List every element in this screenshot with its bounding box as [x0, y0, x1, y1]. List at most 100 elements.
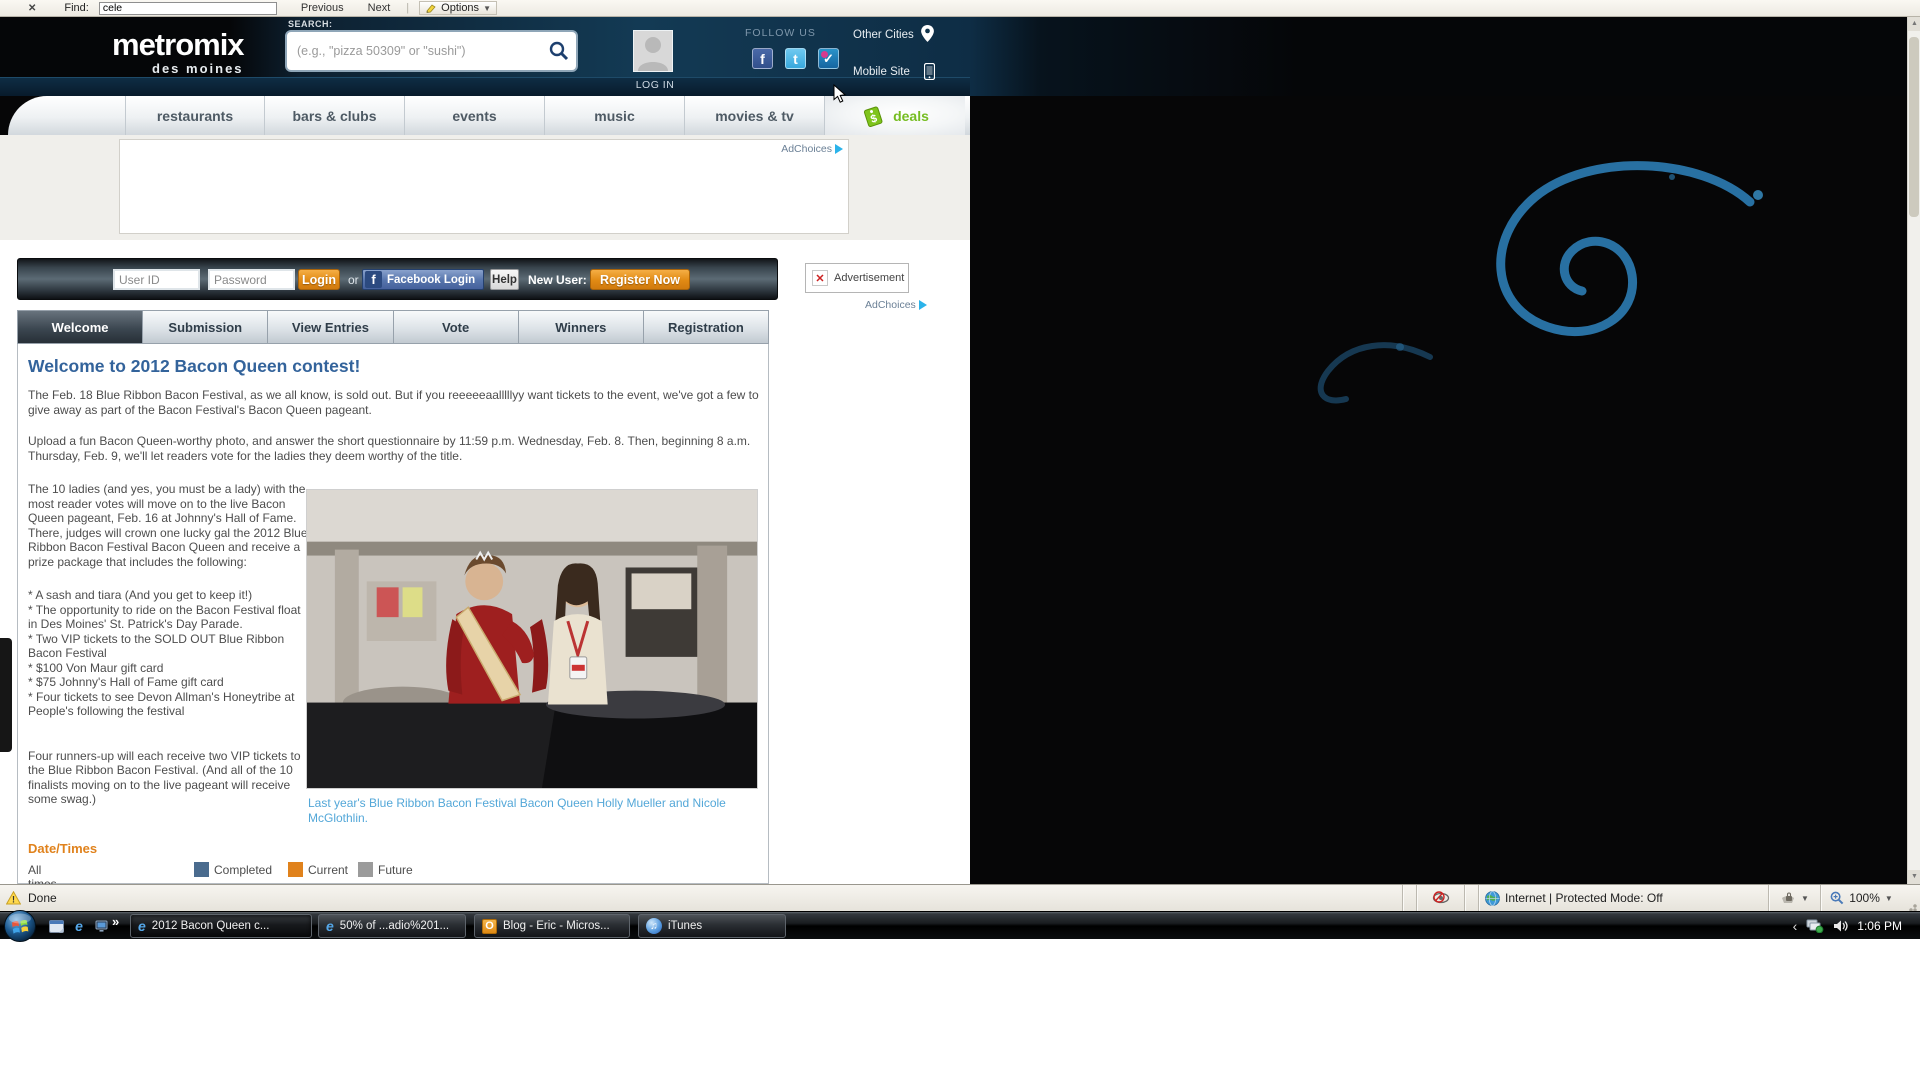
tab-winners[interactable]: Winners [519, 310, 644, 344]
help-button[interactable]: Help [490, 269, 519, 290]
register-now-button[interactable]: Register Now [590, 269, 690, 290]
prize-item: * The opportunity to ride on the Bacon F… [28, 603, 310, 632]
adchoices-link[interactable]: AdChoices [781, 143, 843, 155]
search-button[interactable] [542, 34, 576, 68]
taskbar-button[interactable]: e 2012 Bacon Queen c... [130, 914, 312, 938]
login-button[interactable]: Login [298, 269, 340, 290]
legend-label-current: Current [308, 863, 348, 877]
internet-explorer-icon[interactable]: e [71, 918, 87, 934]
status-pane [1402, 885, 1416, 912]
taskbar: e » e 2012 Bacon Queen c... e 50% of ...… [0, 911, 1920, 939]
scroll-up-icon[interactable]: ▲ [1908, 17, 1920, 31]
nav-label: bars & clubs [292, 108, 376, 124]
security-zone-pane: Internet | Protected Mode: Off [1478, 885, 1768, 912]
advertisement-label: Advertisement [834, 272, 904, 284]
side-flyout-tab[interactable] [0, 638, 12, 752]
privacy-eye-icon [1432, 891, 1450, 905]
twitter-icon[interactable]: t [785, 48, 806, 69]
volume-icon[interactable] [1833, 919, 1848, 933]
new-user-label: New User: [528, 273, 587, 287]
quick-launch: e [48, 918, 110, 934]
site-header: LOG IN metromix des moines SEARCH: FOLLO… [0, 17, 1920, 96]
screen-margin [0, 939, 1920, 1080]
password-field[interactable] [208, 269, 295, 290]
network-icon[interactable] [1806, 919, 1824, 933]
facebook-icon[interactable]: f [752, 48, 773, 69]
svg-text:!: ! [12, 894, 15, 904]
page-scrollbar[interactable]: ▲ ▼ [1907, 17, 1920, 884]
find-input[interactable] [99, 2, 277, 15]
taskbar-button-label: 2012 Bacon Queen c... [152, 920, 270, 932]
scrollbar-thumb[interactable] [1909, 37, 1919, 217]
adchoices-icon [835, 144, 843, 154]
logo-subtitle: des moines [152, 61, 244, 76]
taskbar-button[interactable]: O Blog - Eric - Micros... [474, 914, 630, 938]
nav-label: movies & tv [715, 108, 794, 124]
mobile-phone-icon[interactable] [924, 63, 935, 85]
show-desktop-icon[interactable] [48, 918, 64, 934]
itunes-icon: ♫ [646, 918, 662, 934]
taskbar-button[interactable]: ♫ iTunes [638, 914, 786, 938]
legend-swatch-completed [194, 862, 209, 877]
adchoices-link[interactable]: AdChoices [865, 299, 927, 311]
tab-vote[interactable]: Vote [394, 310, 519, 344]
log-in-link[interactable]: LOG IN [625, 79, 685, 91]
nav-label: music [594, 108, 634, 124]
nav-item-restaurants[interactable]: restaurants [125, 96, 265, 135]
chevron-down-icon: ▼ [483, 4, 491, 13]
tray-expand-icon[interactable]: ‹ [1793, 918, 1798, 934]
location-pin-icon[interactable] [921, 25, 934, 47]
nav-label: deals [893, 108, 929, 124]
ad-close-icon[interactable]: ✕ [812, 270, 828, 286]
find-next-button[interactable]: Next [368, 2, 391, 14]
close-find-icon[interactable]: ✕ [28, 3, 36, 14]
photo-caption-link[interactable]: Last year's Blue Ribbon Bacon Festival B… [308, 796, 728, 825]
mobile-site-link[interactable]: Mobile Site [853, 66, 910, 78]
other-cities-link[interactable]: Other Cities [853, 29, 914, 41]
system-tray: ‹ 1:06 PM [1793, 912, 1910, 940]
leaderboard-ad[interactable]: AdChoices [119, 139, 849, 234]
taskbar-button[interactable]: e 50% of ...adio%201... [318, 914, 466, 938]
nav-item-events[interactable]: events [405, 96, 545, 135]
header-lower-band [0, 77, 970, 96]
search-label: SEARCH: [288, 19, 333, 29]
chevron-down-icon: ▼ [1885, 894, 1893, 903]
user-id-field[interactable] [113, 269, 200, 290]
nav-item-bars-clubs[interactable]: bars & clubs [265, 96, 405, 135]
find-options-button[interactable]: Options ▼ [419, 1, 497, 15]
tab-registration[interactable]: Registration [644, 310, 769, 344]
search-input[interactable] [287, 44, 542, 58]
nav-item-movies-tv[interactable]: movies & tv [685, 96, 825, 135]
avatar[interactable] [633, 30, 673, 72]
legend-swatch-future [358, 862, 373, 877]
resize-grip[interactable] [1902, 885, 1920, 912]
swirl-decoration [1280, 147, 1800, 407]
logo-title[interactable]: metromix [112, 27, 244, 63]
browser-status-bar: ! Done Internet | Protected Mode: Off [0, 884, 1920, 911]
switch-windows-icon[interactable] [94, 918, 110, 934]
prize-item: * Two VIP tickets to the SOLD OUT Blue R… [28, 632, 310, 661]
zoom-pane[interactable]: 100% ▼ [1820, 885, 1902, 912]
scroll-down-icon[interactable]: ▼ [1908, 870, 1920, 884]
browser-viewport: LOG IN metromix des moines SEARCH: FOLLO… [0, 17, 1920, 884]
protected-mode-pane[interactable]: ▼ [1768, 885, 1820, 912]
tracking-protection-pane[interactable] [1416, 885, 1464, 912]
find-previous-button[interactable]: Previous [301, 2, 344, 14]
deals-tag-icon: $ [861, 103, 887, 129]
tab-view-entries[interactable]: View Entries [268, 310, 393, 344]
foursquare-icon[interactable]: ✓ [818, 48, 839, 69]
taskbar-clock[interactable]: 1:06 PM [1857, 919, 1910, 933]
contest-tabs: Welcome Submission View Entries Vote Win… [17, 310, 769, 344]
bacon-queen-photo [306, 489, 758, 789]
contest-details-column: The 10 ladies (and yes, you must be a la… [28, 482, 310, 807]
or-label: or [348, 273, 359, 287]
status-pane [1464, 885, 1478, 912]
social-icons: f t ✓ [752, 48, 839, 69]
tab-submission[interactable]: Submission [143, 310, 268, 344]
start-button[interactable] [3, 909, 37, 943]
quick-launch-overflow-icon[interactable]: » [112, 914, 119, 929]
tab-welcome[interactable]: Welcome [17, 310, 143, 344]
taskbar-button-label: Blog - Eric - Micros... [503, 920, 610, 932]
nav-item-music[interactable]: music [545, 96, 685, 135]
facebook-login-button[interactable]: f Facebook Login [362, 269, 484, 290]
